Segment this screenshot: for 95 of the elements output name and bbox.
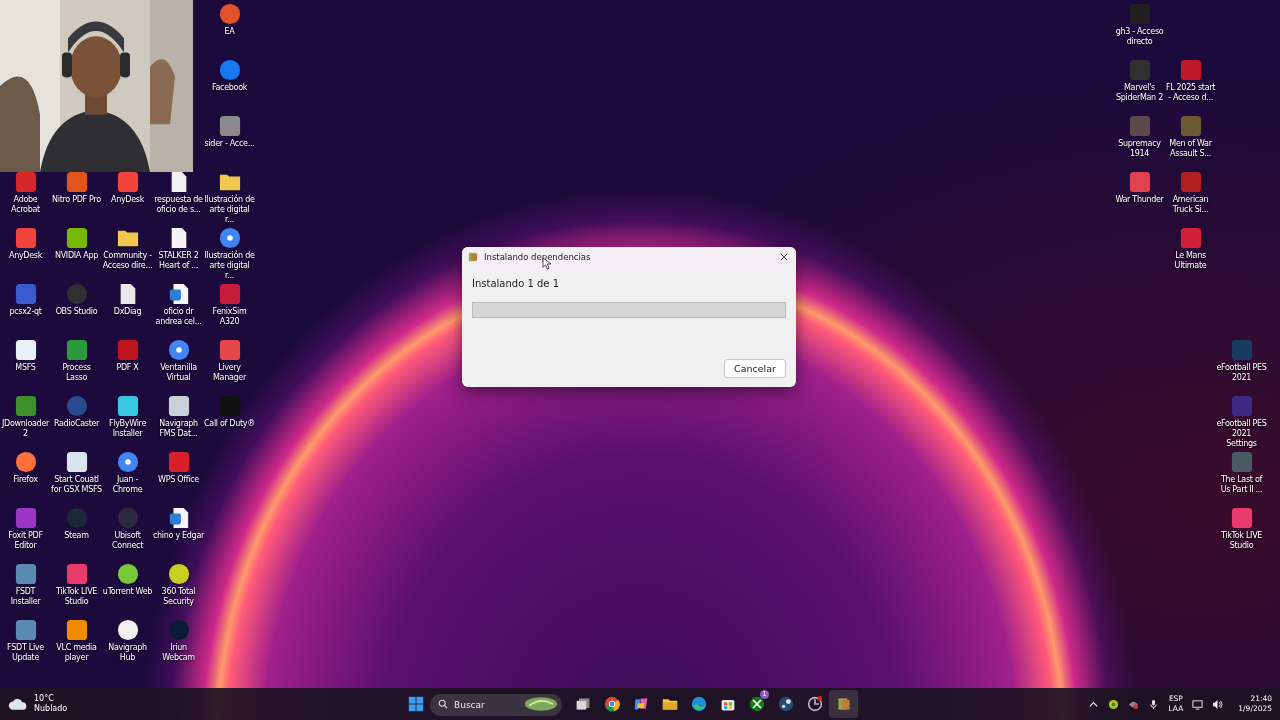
weather-condition[interactable]: Nublado — [34, 704, 68, 714]
icon-label[interactable]: chino y Edgar — [153, 531, 204, 541]
word-document-icon[interactable] — [167, 283, 190, 305]
icon-label[interactable]: respuesta de oficio de s... — [153, 195, 204, 215]
icon-label[interactable]: Adobe Acrobat — [0, 195, 51, 215]
icon-label[interactable]: JDownloader 2 — [0, 419, 51, 439]
icon-label[interactable]: eFootball PES 2021 Settings — [1216, 419, 1267, 449]
icon-label[interactable]: FlyByWire Installer — [102, 419, 153, 439]
icon-label[interactable]: VLC media player — [51, 643, 102, 663]
app-icon[interactable] — [806, 696, 823, 712]
icon-label[interactable]: Marvel's SpiderMan 2 — [1114, 83, 1165, 103]
folder-icon[interactable] — [661, 696, 678, 712]
tray-app-icon[interactable] — [1108, 698, 1120, 710]
window-title: Instalando dependencias — [484, 252, 592, 262]
icon-label[interactable]: TikTok LIVE Studio — [51, 587, 102, 607]
browser-document-icon[interactable] — [116, 451, 139, 473]
search-highlight-icon — [524, 695, 558, 713]
icon-label[interactable]: FSDT Live Update — [0, 643, 51, 663]
icon-label[interactable]: Navigraph FMS Dat... — [153, 419, 204, 439]
icon-label[interactable]: Call of Duty® — [204, 419, 255, 429]
icon-label[interactable]: War Thunder — [1114, 195, 1165, 205]
cloud-icon[interactable] — [8, 697, 28, 711]
app-icon[interactable] — [65, 451, 88, 473]
icon-label[interactable]: Facebook — [204, 83, 255, 93]
app-icon[interactable] — [167, 563, 190, 585]
installer-icon — [468, 252, 478, 262]
icon-label[interactable]: PDF X — [102, 363, 153, 373]
icon-label[interactable]: AnyDesk — [0, 251, 51, 261]
icon-label[interactable]: Navigraph Hub — [102, 643, 153, 663]
icon-label[interactable]: Ilustración de arte digital r... — [204, 195, 255, 225]
task-view-icon[interactable] — [574, 696, 591, 712]
app-icon[interactable] — [116, 563, 139, 585]
icon-label[interactable]: RadioCaster — [51, 419, 102, 429]
app-icon[interactable] — [167, 395, 190, 417]
icon-label[interactable]: DxDiag — [102, 307, 153, 317]
icon-label[interactable]: uTorrent Web — [102, 587, 153, 597]
icon-label[interactable]: Livery Manager — [204, 363, 255, 383]
icon-label[interactable]: FL 2025 start - Acceso d... — [1165, 83, 1216, 103]
icon-label[interactable]: Iriun Webcam — [153, 643, 204, 663]
icon-label[interactable]: Process Lasso — [51, 363, 102, 383]
icon-label[interactable]: Steam — [51, 531, 102, 541]
browser-document-icon[interactable] — [218, 227, 241, 249]
temperature[interactable]: 10°C — [34, 694, 68, 704]
icon-label[interactable]: pcsx2-qt — [0, 307, 51, 317]
icon-label[interactable]: The Last of Us Part II ... — [1216, 475, 1267, 495]
icon-label[interactable]: NVIDIA App — [51, 251, 102, 261]
icon-label[interactable]: FenixSim A320 — [204, 307, 255, 327]
close-icon[interactable] — [780, 253, 788, 261]
app-icon[interactable] — [116, 395, 139, 417]
steam-icon[interactable] — [777, 696, 794, 712]
icon-label[interactable]: Ilustración de arte digital r... — [204, 251, 255, 281]
icon-label[interactable]: oficio dr andrea cel... — [153, 307, 204, 327]
icon-label[interactable]: American Truck Si... — [1165, 195, 1216, 215]
network-icon[interactable] — [1192, 698, 1204, 710]
icon-label[interactable]: Start Couatl for GSX MSFS — [51, 475, 102, 495]
xbox-icon[interactable] — [748, 696, 765, 712]
icon-label[interactable]: Firefox — [0, 475, 51, 485]
icon-label[interactable]: TikTok LIVE Studio — [1216, 531, 1267, 551]
icon-label[interactable]: Ventanilla Virtual — [153, 363, 204, 383]
cancel-button[interactable]: Cancelar — [724, 359, 786, 378]
app-icon[interactable] — [14, 451, 37, 473]
icon-label[interactable]: gh3 - Acceso directo — [1114, 27, 1165, 47]
icon-label[interactable]: Foxit PDF Editor — [0, 531, 51, 551]
icon-label[interactable]: EA — [204, 27, 255, 37]
copilot-icon[interactable] — [632, 696, 649, 712]
browser-icon[interactable] — [603, 696, 620, 712]
app-icon[interactable] — [65, 227, 88, 249]
app-icon[interactable] — [116, 619, 139, 641]
search-icon — [438, 699, 448, 709]
volume-icon[interactable] — [1212, 698, 1224, 710]
installer-icon[interactable] — [835, 696, 852, 712]
icon-label[interactable]: eFootball PES 2021 — [1216, 363, 1267, 383]
app-icon[interactable] — [65, 619, 88, 641]
icon-label[interactable]: OBS Studio — [51, 307, 102, 317]
icon-label[interactable]: sider - Acce... — [204, 139, 255, 149]
icon-label[interactable]: STALKER 2 Heart of ... — [153, 251, 204, 271]
start-icon[interactable] — [408, 696, 424, 712]
icon-label[interactable]: Le Mans Ultimate — [1165, 251, 1216, 271]
icon-label[interactable]: Ubisoft Connect — [102, 531, 153, 551]
icon-label[interactable]: Community - Acceso dire... — [102, 251, 153, 271]
icon-label[interactable]: Nitro PDF Pro — [51, 195, 102, 205]
icon-label[interactable]: FSDT Installer — [0, 587, 51, 607]
app-icon[interactable] — [14, 339, 37, 361]
icon-label[interactable]: 360 Total Security — [153, 587, 204, 607]
icon-label[interactable]: Men of War Assault S... — [1165, 139, 1216, 159]
icon-label[interactable]: Supremacy 1914 — [1114, 139, 1165, 159]
microphone-icon[interactable] — [1148, 698, 1160, 710]
icon-label[interactable]: Juan - Chrome — [102, 475, 153, 495]
icon-label[interactable]: AnyDesk — [102, 195, 153, 205]
icon-label[interactable]: WPS Office — [153, 475, 204, 485]
browser-document-icon[interactable] — [167, 339, 190, 361]
icon-label[interactable]: MSFS — [0, 363, 51, 373]
status-message: Instalando 1 de 1 — [472, 278, 561, 289]
edge-icon[interactable] — [690, 696, 707, 712]
word-document-icon[interactable] — [167, 507, 190, 529]
